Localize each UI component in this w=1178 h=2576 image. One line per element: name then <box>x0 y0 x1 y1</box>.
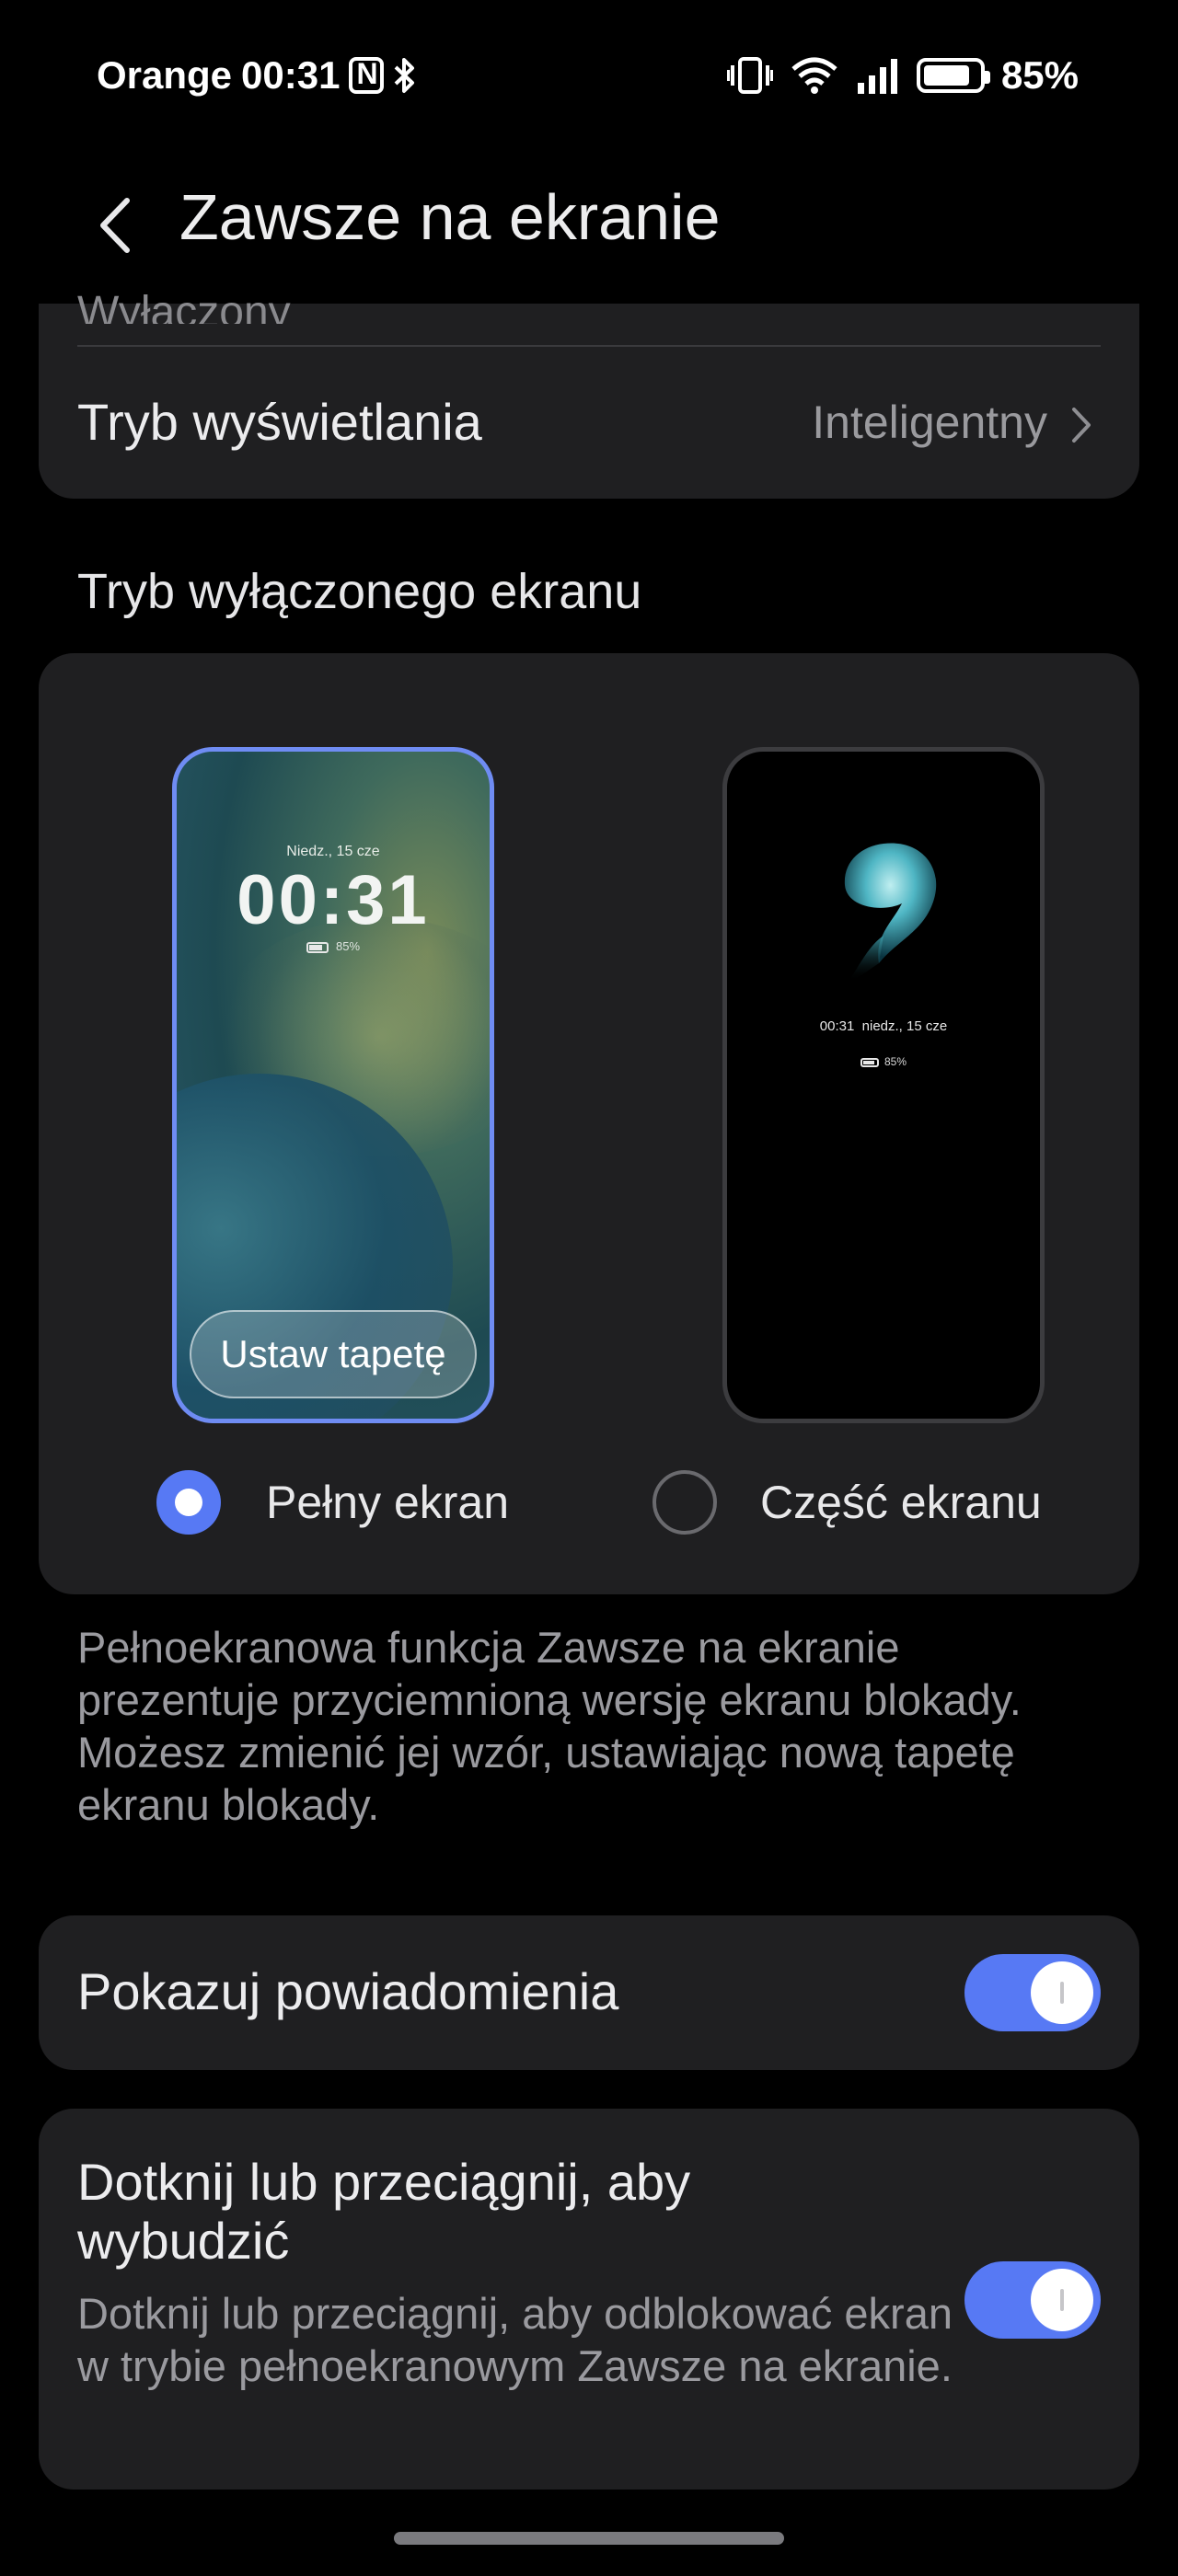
full-screen-preview[interactable]: Niedz., 15 cze 00:31 85% Ustaw tapetę <box>172 747 494 1423</box>
preview-clock: 00:31 <box>237 861 430 939</box>
preview-battery: 85% <box>177 939 490 953</box>
preview-battery-percent: 85% <box>335 939 361 953</box>
mode-description: Pełnoekranowa funkcja Zawsze na ekranie … <box>77 1623 1022 1829</box>
show-notifications-toggle[interactable] <box>964 1954 1101 2031</box>
display-mode-value[interactable]: Inteligentny <box>812 396 1047 449</box>
battery-icon <box>306 941 329 953</box>
display-mode-label[interactable]: Tryb wyświetlania <box>77 392 482 452</box>
battery-level <box>923 65 970 86</box>
radio-label-partial-screen[interactable]: Część ekranu <box>760 1470 1042 1535</box>
tap-to-wake-subtitle: Dotknij lub przeciągnij, aby odblokować … <box>77 2289 953 2390</box>
show-notifications-card[interactable]: Pokazuj powiadomienia <box>39 1915 1139 2070</box>
divider <box>77 345 1101 347</box>
aod-date: niedz., 15 cze <box>861 1018 948 1034</box>
aod-battery: 85% <box>727 1055 1040 1068</box>
aod-battery-percent: 85% <box>884 1055 907 1068</box>
preview-date: Niedz., 15 cze <box>286 844 380 859</box>
partial-screen-preview[interactable]: 00:31 niedz., 15 cze 85% <box>722 747 1045 1423</box>
status-time: 00:31 <box>241 53 341 97</box>
toggle-knob <box>1031 2269 1093 2331</box>
tap-to-wake-toggle[interactable] <box>964 2261 1101 2339</box>
radio-partial-screen[interactable] <box>653 1470 717 1535</box>
battery-percent: 85% <box>1000 53 1079 97</box>
signal-icon <box>856 57 900 94</box>
radio-label-full-screen[interactable]: Pełny ekran <box>266 1470 509 1535</box>
section-label-screen-off-mode: Tryb wyłączonego ekranu <box>77 564 642 619</box>
aod-time-date: 00:31 niedz., 15 cze <box>727 1018 1040 1034</box>
vibrate-icon <box>726 56 773 95</box>
battery-icon <box>860 1057 879 1067</box>
set-wallpaper-button[interactable]: Ustaw tapetę <box>190 1310 477 1398</box>
status-right: 85% <box>726 53 1079 98</box>
tap-to-wake-title: Dotknij lub przeciągnij, aby wybudzić <box>77 2153 691 2270</box>
tap-to-wake-card[interactable]: Dotknij lub przeciągnij, aby wybudzić Do… <box>39 2109 1139 2490</box>
nfc-icon <box>349 57 385 94</box>
clipped-row-text: Wyłączony <box>77 288 291 324</box>
carrier-name: Orange <box>97 53 233 97</box>
bluetooth-icon <box>393 56 417 95</box>
screen-off-mode-card: Niedz., 15 cze 00:31 85% Ustaw tapetę 00… <box>39 653 1139 1594</box>
radio-full-screen[interactable] <box>156 1470 221 1535</box>
home-indicator[interactable] <box>394 2532 784 2545</box>
chevron-right-icon <box>1072 408 1091 443</box>
show-notifications-label: Pokazuj powiadomienia <box>77 1962 619 2020</box>
status-bar: Orange 00:31 85% <box>0 0 1178 156</box>
wifi-icon <box>790 56 839 95</box>
page-title: Zawsze na ekranie <box>179 181 721 253</box>
aod-time: 00:31 <box>819 1018 855 1034</box>
display-settings-card: Wyłączony Tryb wyświetlania Inteligentny <box>39 288 1139 499</box>
battery-icon <box>916 58 990 93</box>
aod-swirl-graphic <box>844 843 937 982</box>
chevron-left-icon[interactable] <box>92 193 138 258</box>
toggle-knob <box>1031 1961 1093 2024</box>
status-left: Orange 00:31 <box>97 53 417 98</box>
